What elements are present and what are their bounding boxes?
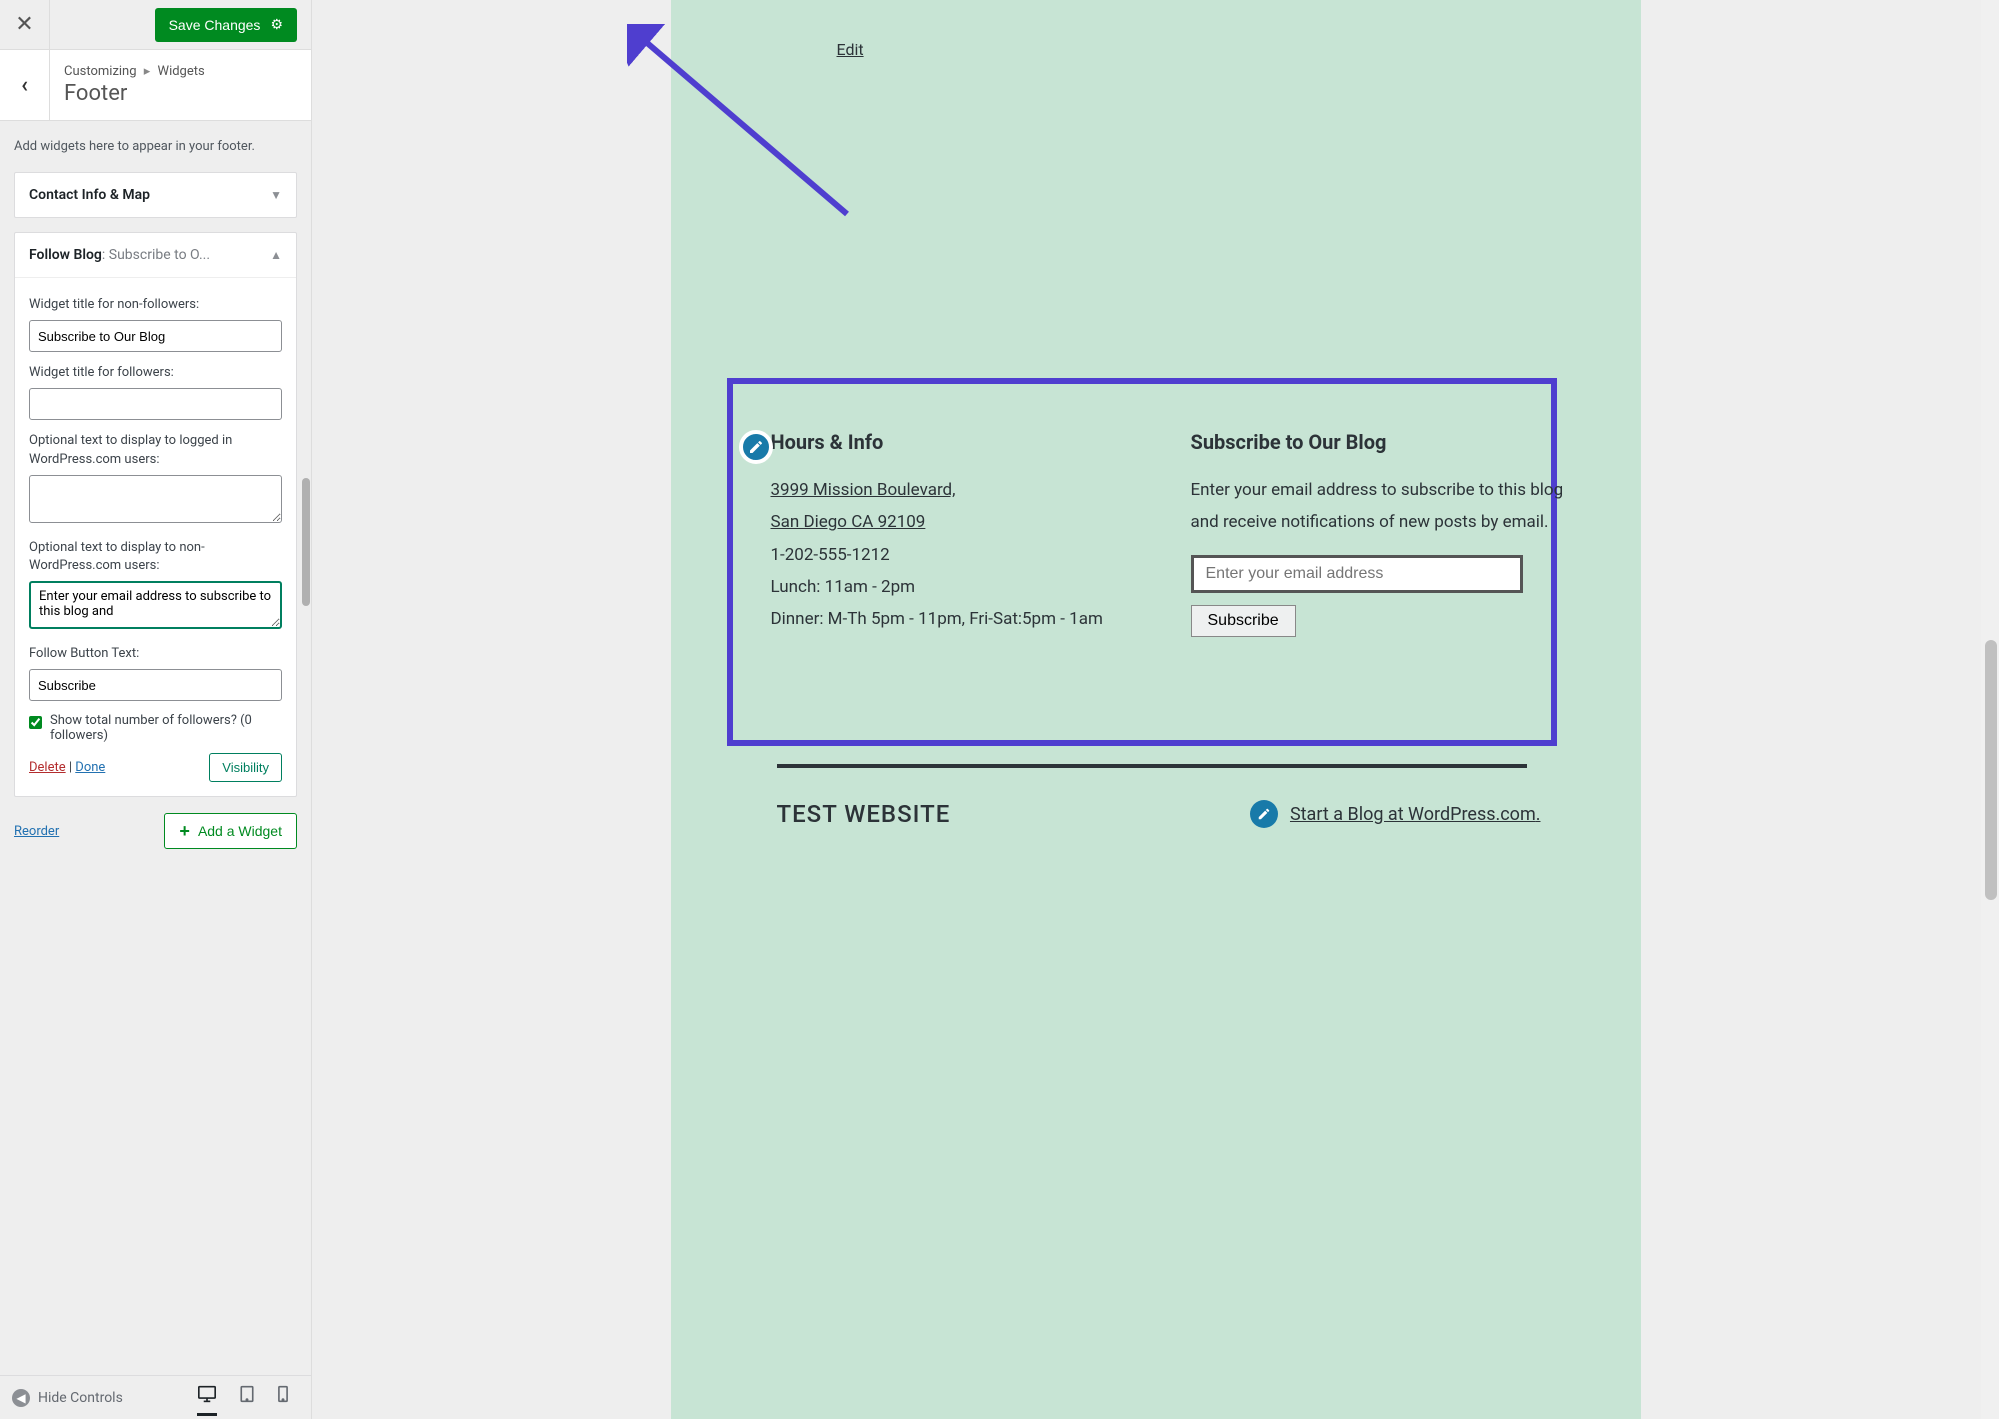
hide-controls-button[interactable]: ◀ Hide Controls (12, 1389, 123, 1407)
subscribe-widget: Subscribe to Our Blog Enter your email a… (1191, 430, 1581, 637)
breadcrumb-leaf: Widgets (158, 64, 205, 79)
blog-link-row: Start a Blog at WordPress.com. (1250, 800, 1541, 828)
followers-title-label: Widget title for followers: (29, 364, 282, 382)
preview-scrollbar[interactable] (1981, 0, 1999, 1419)
plus-icon: + (179, 822, 190, 840)
address-line-2[interactable]: San Diego CA 92109 (771, 506, 1161, 538)
nonfollowers-title-label: Widget title for non-followers: (29, 296, 282, 314)
widget-delete-link[interactable]: Delete (29, 760, 66, 775)
widget-follow-blog-body: Widget title for non-followers: Widget t… (15, 277, 296, 796)
save-changes-label: Save Changes (169, 17, 261, 33)
widget-title: Contact Info & Map (29, 187, 150, 203)
nonloggedin-text-label: Optional text to display to non-WordPres… (29, 539, 282, 575)
close-customizer-button[interactable]: ✕ (0, 0, 50, 50)
pencil-icon (1257, 807, 1271, 821)
start-blog-link[interactable]: Start a Blog at WordPress.com. (1290, 804, 1541, 825)
preview-edit-link[interactable]: Edit (837, 40, 864, 59)
hours-info-widget: Hours & Info 3999 Mission Boulevard, San… (771, 430, 1161, 637)
annotation-arrow-icon (627, 24, 857, 224)
footer-edit-shortcut[interactable] (739, 430, 773, 464)
add-widget-label: Add a Widget (198, 823, 282, 839)
sidebar-scrollbar-thumb[interactable] (302, 478, 310, 606)
chevron-down-icon: ▼ (270, 188, 282, 202)
widget-title-suffix: : Subscribe to O... (102, 247, 210, 263)
hide-controls-label: Hide Controls (38, 1390, 123, 1406)
widgets-footer-actions: Reorder + Add a Widget (0, 811, 311, 863)
tablet-icon (239, 1385, 255, 1403)
breadcrumb-root: Customizing (64, 64, 137, 79)
save-changes-button[interactable]: Save Changes ⚙ (155, 8, 297, 42)
phone-line: 1-202-555-1212 (771, 539, 1161, 571)
nonloggedin-text-input[interactable]: Enter your email address to subscribe to… (29, 581, 282, 629)
reorder-link[interactable]: Reorder (14, 824, 59, 839)
sidebar-bottombar: ◀ Hide Controls (0, 1375, 311, 1419)
widget-contact-info: Contact Info & Map ▼ (14, 172, 297, 218)
follow-button-text-input[interactable] (29, 669, 282, 701)
widget-follow-blog: Follow Blog: Subscribe to O... ▲ Widget … (14, 232, 297, 797)
mobile-icon (277, 1385, 289, 1403)
preview-scrollbar-thumb[interactable] (1985, 640, 1997, 900)
lunch-line: Lunch: 11am - 2pm (771, 571, 1161, 603)
desktop-icon (197, 1385, 217, 1403)
widget-actions-row: Delete | Done Visibility (29, 753, 282, 782)
sidebar-topbar: ✕ Save Changes ⚙ (0, 0, 311, 50)
widget-follow-blog-header[interactable]: Follow Blog: Subscribe to O... ▲ (15, 233, 296, 277)
subscribe-button[interactable]: Subscribe (1191, 605, 1296, 637)
show-followers-checkbox[interactable] (29, 716, 42, 729)
footer-widget-area: Hours & Info 3999 Mission Boulevard, San… (771, 430, 1581, 637)
close-icon: ✕ (15, 12, 33, 37)
chevron-up-icon: ▲ (270, 248, 282, 262)
device-mobile-button[interactable] (277, 1385, 289, 1410)
dinner-line: Dinner: M-Th 5pm - 11pm, Fri-Sat:5pm - 1… (771, 603, 1111, 635)
site-preview: Edit Hours & Info 3999 Mission Boulevard… (671, 0, 1641, 1419)
widget-title-prefix: Follow Blog (29, 247, 102, 263)
site-name: TEST WEBSITE (777, 800, 951, 828)
breadcrumb-row: ‹ Customizing ▸ Widgets Footer (0, 50, 311, 121)
device-switcher (197, 1385, 299, 1410)
loggedin-text-label: Optional text to display to logged in Wo… (29, 432, 282, 468)
follow-button-text-label: Follow Button Text: (29, 645, 282, 663)
arrow-left-icon: ◀ (12, 1389, 30, 1407)
widget-list: Contact Info & Map ▼ Follow Blog: Subscr… (0, 172, 311, 811)
sidebar-scrollbar[interactable] (301, 0, 311, 1419)
page-title: Footer (64, 81, 297, 106)
widget-visibility-button[interactable]: Visibility (209, 753, 282, 782)
preview-wrap: Edit Hours & Info 3999 Mission Boulevard… (312, 0, 1999, 1419)
breadcrumb: Customizing ▸ Widgets (64, 64, 297, 79)
show-followers-label: Show total number of followers? (0 follo… (50, 713, 282, 743)
pencil-icon (748, 439, 764, 455)
device-tablet-button[interactable] (239, 1385, 255, 1410)
gear-icon: ⚙ (270, 16, 283, 33)
back-button[interactable]: ‹ (0, 50, 50, 120)
customizer-sidebar: ✕ Save Changes ⚙ ‹ Customizing ▸ Widgets… (0, 0, 312, 1419)
show-followers-row: Show total number of followers? (0 follo… (29, 713, 282, 743)
followers-title-input[interactable] (29, 388, 282, 420)
device-desktop-button[interactable] (197, 1385, 217, 1416)
address-line-1[interactable]: 3999 Mission Boulevard, (771, 474, 1161, 506)
chevron-left-icon: ‹ (21, 73, 28, 98)
breadcrumb-sep-icon: ▸ (144, 64, 151, 79)
hours-heading: Hours & Info (771, 430, 1161, 454)
footer-divider (777, 764, 1527, 768)
widget-contact-info-header[interactable]: Contact Info & Map ▼ (15, 173, 296, 217)
subscribe-heading: Subscribe to Our Blog (1191, 430, 1581, 454)
section-description: Add widgets here to appear in your foote… (0, 121, 311, 172)
widget-done-link[interactable]: Done (75, 760, 105, 775)
loggedin-text-input[interactable] (29, 475, 282, 523)
nonfollowers-title-input[interactable] (29, 320, 282, 352)
subscribe-email-input[interactable] (1191, 555, 1523, 593)
blog-link-edit-shortcut[interactable] (1250, 800, 1278, 828)
add-widget-button[interactable]: + Add a Widget (164, 813, 297, 849)
subscribe-desc: Enter your email address to subscribe to… (1191, 474, 1581, 539)
